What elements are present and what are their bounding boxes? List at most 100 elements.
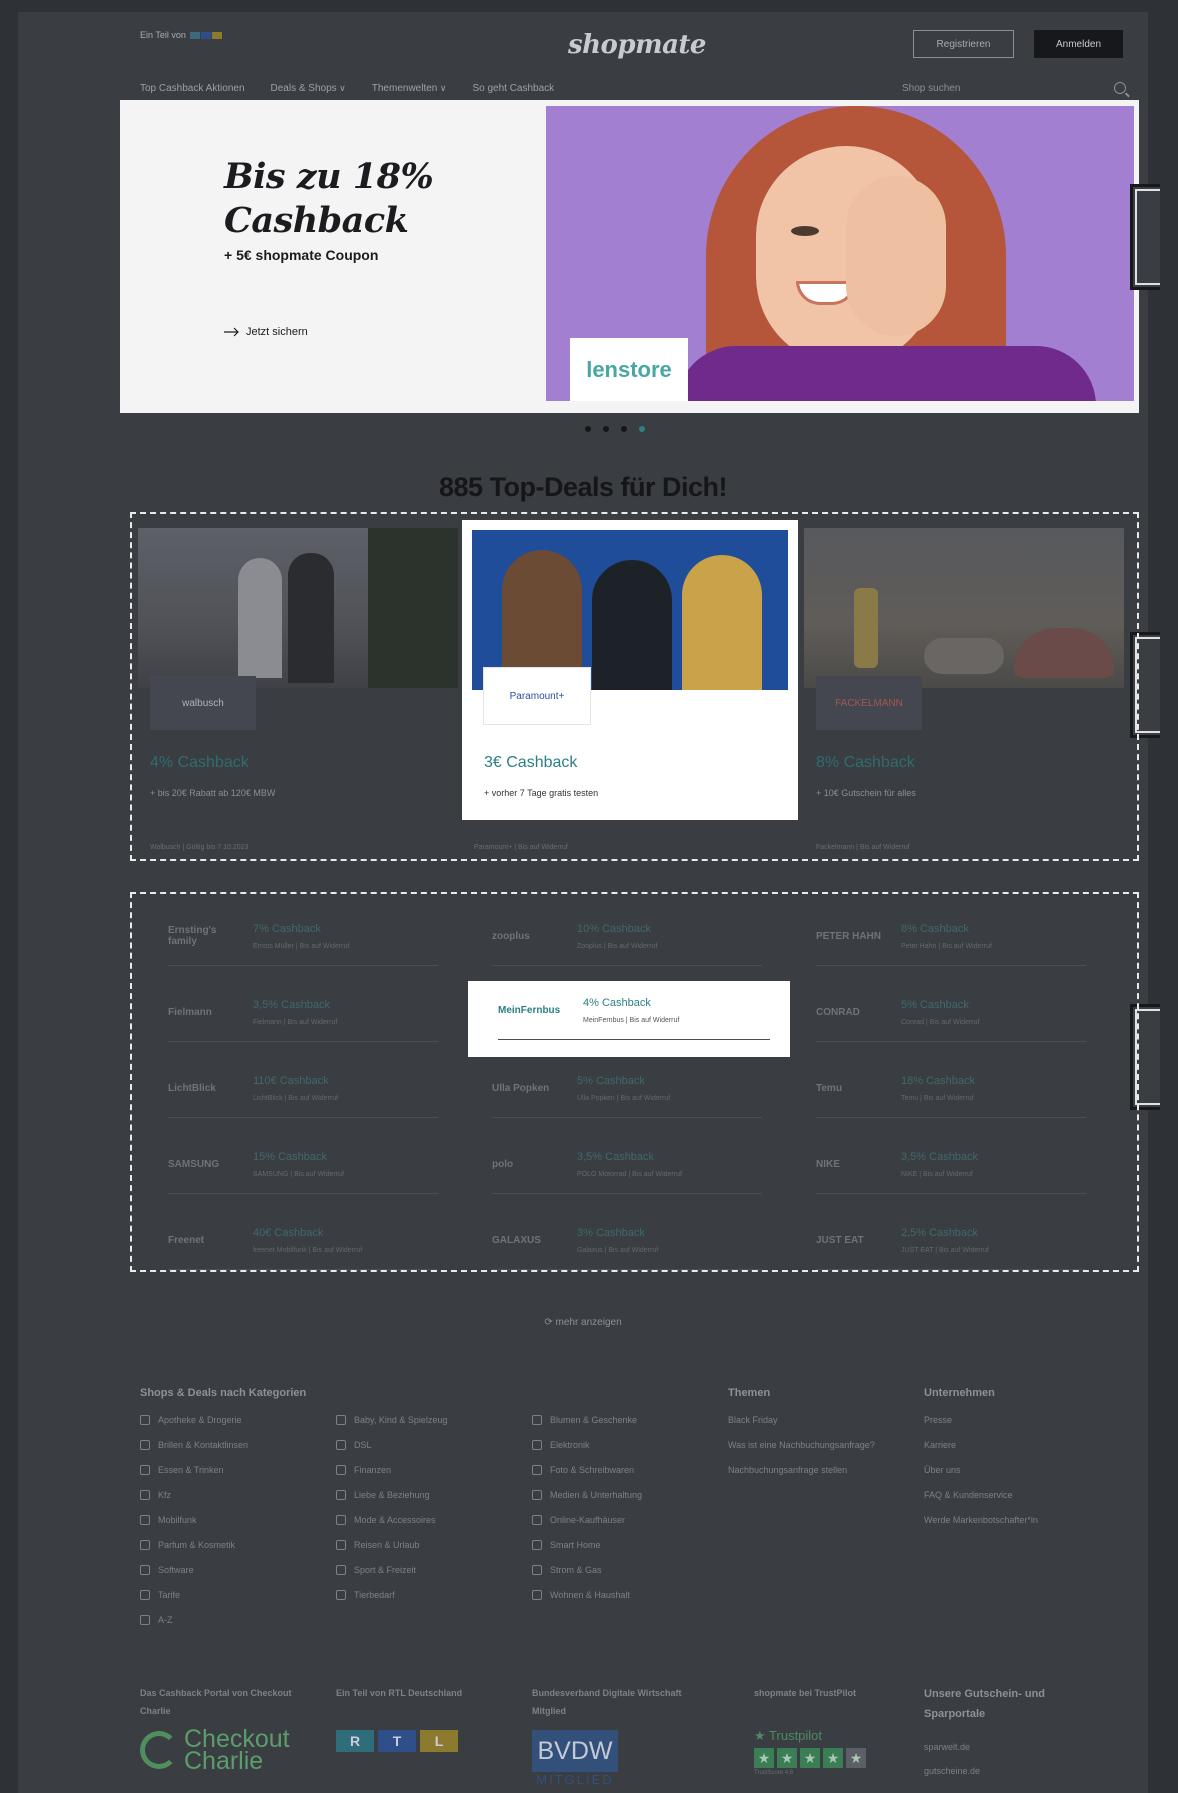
shop-tile[interactable]: CONRAD 5% Cashback Conrad | Bis auf Widerr…: [786, 983, 1106, 1043]
footer-link-label: Foto & Schreibwaren: [550, 1464, 635, 1475]
carousel-dot[interactable]: [603, 426, 609, 432]
footer-link[interactable]: FAQ & Kundenservice: [924, 1482, 1038, 1507]
shop-tile[interactable]: Ulla Popken 5% Cashback Ulla Popken | Bis …: [462, 1059, 782, 1119]
rtl-affiliation: Ein Teil von: [140, 30, 222, 40]
shop-tile[interactable]: Fielmann 3,5% Cashback Fielmann | Bis auf …: [138, 983, 458, 1043]
lenstore-logo: lenstore: [570, 338, 688, 401]
nav-top-cashback[interactable]: Top Cashback Aktionen: [140, 83, 245, 94]
footer-link[interactable]: Black Friday: [728, 1407, 875, 1432]
shop-tile[interactable]: Ernsting's family 7% Cashback Ernsts Mülle…: [138, 907, 458, 967]
shop-tile[interactable]: SAMSUNG 15% Cashback SAMSUNG | Bis auf Wid…: [138, 1135, 458, 1195]
rtl-logo[interactable]: R T L: [336, 1730, 458, 1752]
shop-subtext: JUST EAT | Bis auf Widerruf: [901, 1247, 989, 1254]
deal-cashback: 3€ Cashback: [484, 754, 578, 771]
footer-link[interactable]: Software: [140, 1557, 248, 1582]
login-button[interactable]: Anmelden: [1034, 30, 1123, 58]
shop-tile[interactable]: JUST EAT 2,5% Cashback JUST EAT | Bis auf …: [786, 1211, 1106, 1271]
shop-tile[interactable]: LichtBlick 110€ Cashback LichtBlick | Bis …: [138, 1059, 458, 1119]
nav-so-geht-cashback[interactable]: So geht Cashback: [472, 83, 554, 94]
footer-link[interactable]: Elektronik: [532, 1432, 642, 1457]
footer-link[interactable]: Brillen & Kontaktlinsen: [140, 1432, 248, 1457]
footer-link[interactable]: A-Z: [140, 1607, 248, 1632]
footer-link[interactable]: Mode & Accessoires: [336, 1507, 447, 1532]
shopmate-logo[interactable]: shopmate: [568, 30, 706, 60]
shop-tile[interactable]: GALAXUS 3% Cashback Galaxus | Bis auf Wide…: [462, 1211, 782, 1271]
more-button[interactable]: ⟳ mehr anzeigen: [18, 1317, 1148, 1328]
divider: [168, 1041, 438, 1042]
footer-link[interactable]: Nachbuchungsanfrage stellen: [728, 1457, 875, 1482]
shop-tile[interactable]: polo 3,5% Cashback POLO Motorrad | Bis auf…: [462, 1135, 782, 1195]
footer-link[interactable]: Tarife: [140, 1582, 248, 1607]
shop-tile[interactable]: Temu 18% Cashback Temu | Bis auf Widerruf: [786, 1059, 1106, 1119]
footer-themen-list: Black Friday Was ist eine Nachbuchungsanf…: [728, 1407, 875, 1482]
footer-link[interactable]: Werde Markenbotschafter*in: [924, 1507, 1038, 1532]
footer-link[interactable]: Parfum & Kosmetik: [140, 1532, 248, 1557]
hero-banner[interactable]: Bis zu 18% Cashback + 5€ shopmate Coupon…: [120, 100, 1139, 413]
checkout-charlie-logo[interactable]: Checkout Charlie: [140, 1727, 290, 1774]
footer-col-1: Apotheke & Drogerie Brillen & Kontaktlins…: [140, 1407, 248, 1632]
deal-card[interactable]: walbusch 4% Cashback + bis 20€ Rabatt ab…: [138, 528, 458, 851]
shop-tile[interactable]: PETER HAHN 8% Cashback Peter Hahn | Bis au…: [786, 907, 1106, 967]
divider: [816, 1041, 1086, 1042]
footer-col-2: Baby, Kind & Spielzeug DSL Finanzen Liebe &…: [336, 1407, 447, 1607]
footer-link[interactable]: Smart Home: [532, 1532, 642, 1557]
carousel-dot-active[interactable]: [639, 426, 645, 432]
shop-cashback: 15% Cashback: [253, 1151, 327, 1163]
more-label: mehr anzeigen: [555, 1317, 622, 1328]
shop-tile[interactable]: Freenet 40€ Cashback freenet Mobilfunk | B…: [138, 1211, 458, 1271]
shop-tile[interactable]: zooplus 10% Cashback Zooplus | Bis auf Wid…: [462, 907, 782, 967]
star-icon: ★: [754, 1748, 774, 1768]
footer-link[interactable]: Essen & Trinken: [140, 1457, 248, 1482]
portal-link[interactable]: sparwelt.de: [924, 1738, 970, 1756]
footer-unternehmen-title: Unternehmen: [924, 1387, 995, 1399]
footer-link[interactable]: Liebe & Beziehung: [336, 1482, 447, 1507]
footer-link[interactable]: Blumen & Geschenke: [532, 1407, 642, 1432]
shop-cashback: 8% Cashback: [901, 923, 969, 935]
deal-card[interactable]: FACKELMANN 8% Cashback + 10€ Gutschein f…: [804, 528, 1124, 851]
carousel-dot[interactable]: [585, 426, 591, 432]
footer-link[interactable]: Strom & Gas: [532, 1557, 642, 1582]
footer-link[interactable]: Kfz: [140, 1482, 248, 1507]
footer-link[interactable]: Finanzen: [336, 1457, 447, 1482]
footer-link-label: Was ist eine Nachbuchungsanfrage?: [728, 1439, 875, 1450]
footer-link[interactable]: Foto & Schreibwaren: [532, 1457, 642, 1482]
footer-link[interactable]: Medien & Unterhaltung: [532, 1482, 642, 1507]
divider: [816, 965, 1086, 966]
search-icon[interactable]: [1114, 82, 1126, 94]
search-bar[interactable]: Shop suchen: [902, 78, 1132, 98]
trustpilot-widget[interactable]: ★ Trustpilot ★ ★ ★ ★ ★ TrustScore 4,6: [754, 1728, 866, 1776]
deal-card-highlighted[interactable]: Paramount+ 3€ Cashback + vorher 7 Tage g…: [462, 520, 798, 820]
footer-link[interactable]: Baby, Kind & Spielzeug: [336, 1407, 447, 1432]
footer-link[interactable]: Wohnen & Haushalt: [532, 1582, 642, 1607]
hero-subline: + 5€ shopmate Coupon: [224, 247, 379, 263]
nav-themenwelten[interactable]: Themenwelten: [372, 83, 447, 94]
hero-cta-link[interactable]: Jetzt sichern: [224, 326, 308, 338]
carousel-dot[interactable]: [621, 426, 627, 432]
footer-link[interactable]: Was ist eine Nachbuchungsanfrage?: [728, 1432, 875, 1457]
footer-link[interactable]: Karriere: [924, 1432, 1038, 1457]
nav-deals-shops[interactable]: Deals & Shops: [271, 83, 346, 94]
deal-card-image: [472, 530, 788, 690]
shop-tile[interactable]: NIKE 3,5% Cashback NIKE | Bis auf Widerruf: [786, 1135, 1106, 1195]
bvdw-logo[interactable]: BVDW MITGLIED: [532, 1730, 618, 1790]
register-button[interactable]: Registrieren: [913, 30, 1014, 58]
shop-subtext: POLO Motorrad | Bis auf Widerruf: [577, 1171, 682, 1178]
footer-link[interactable]: Mobilfunk: [140, 1507, 248, 1532]
footer-link[interactable]: Über uns: [924, 1457, 1038, 1482]
footer-link[interactable]: Online-Kaufhäuser: [532, 1507, 642, 1532]
footer-link[interactable]: Sport & Freizeit: [336, 1557, 447, 1582]
portal-link[interactable]: gutscheine.de: [924, 1762, 980, 1780]
footer-link[interactable]: DSL: [336, 1432, 447, 1457]
footer-link[interactable]: Presse: [924, 1407, 1038, 1432]
partner-rtl-label: Ein Teil von RTL Deutschland: [336, 1688, 463, 1698]
footer-link[interactable]: Tierbedarf: [336, 1582, 447, 1607]
search-input[interactable]: Shop suchen: [902, 83, 960, 94]
shop-tile[interactable]: MeinFernbus 4% Cashback MeinFernbus | Bis …: [468, 981, 790, 1057]
rtl-mini-logo[interactable]: [189, 31, 222, 39]
paramount-logo: Paramount+: [484, 668, 590, 724]
divider: [498, 1039, 770, 1040]
star-icon: ★: [823, 1748, 843, 1768]
footer-link[interactable]: Apotheke & Drogerie: [140, 1407, 248, 1432]
footer-link[interactable]: Reisen & Urlaub: [336, 1532, 447, 1557]
category-icon: [336, 1514, 346, 1525]
